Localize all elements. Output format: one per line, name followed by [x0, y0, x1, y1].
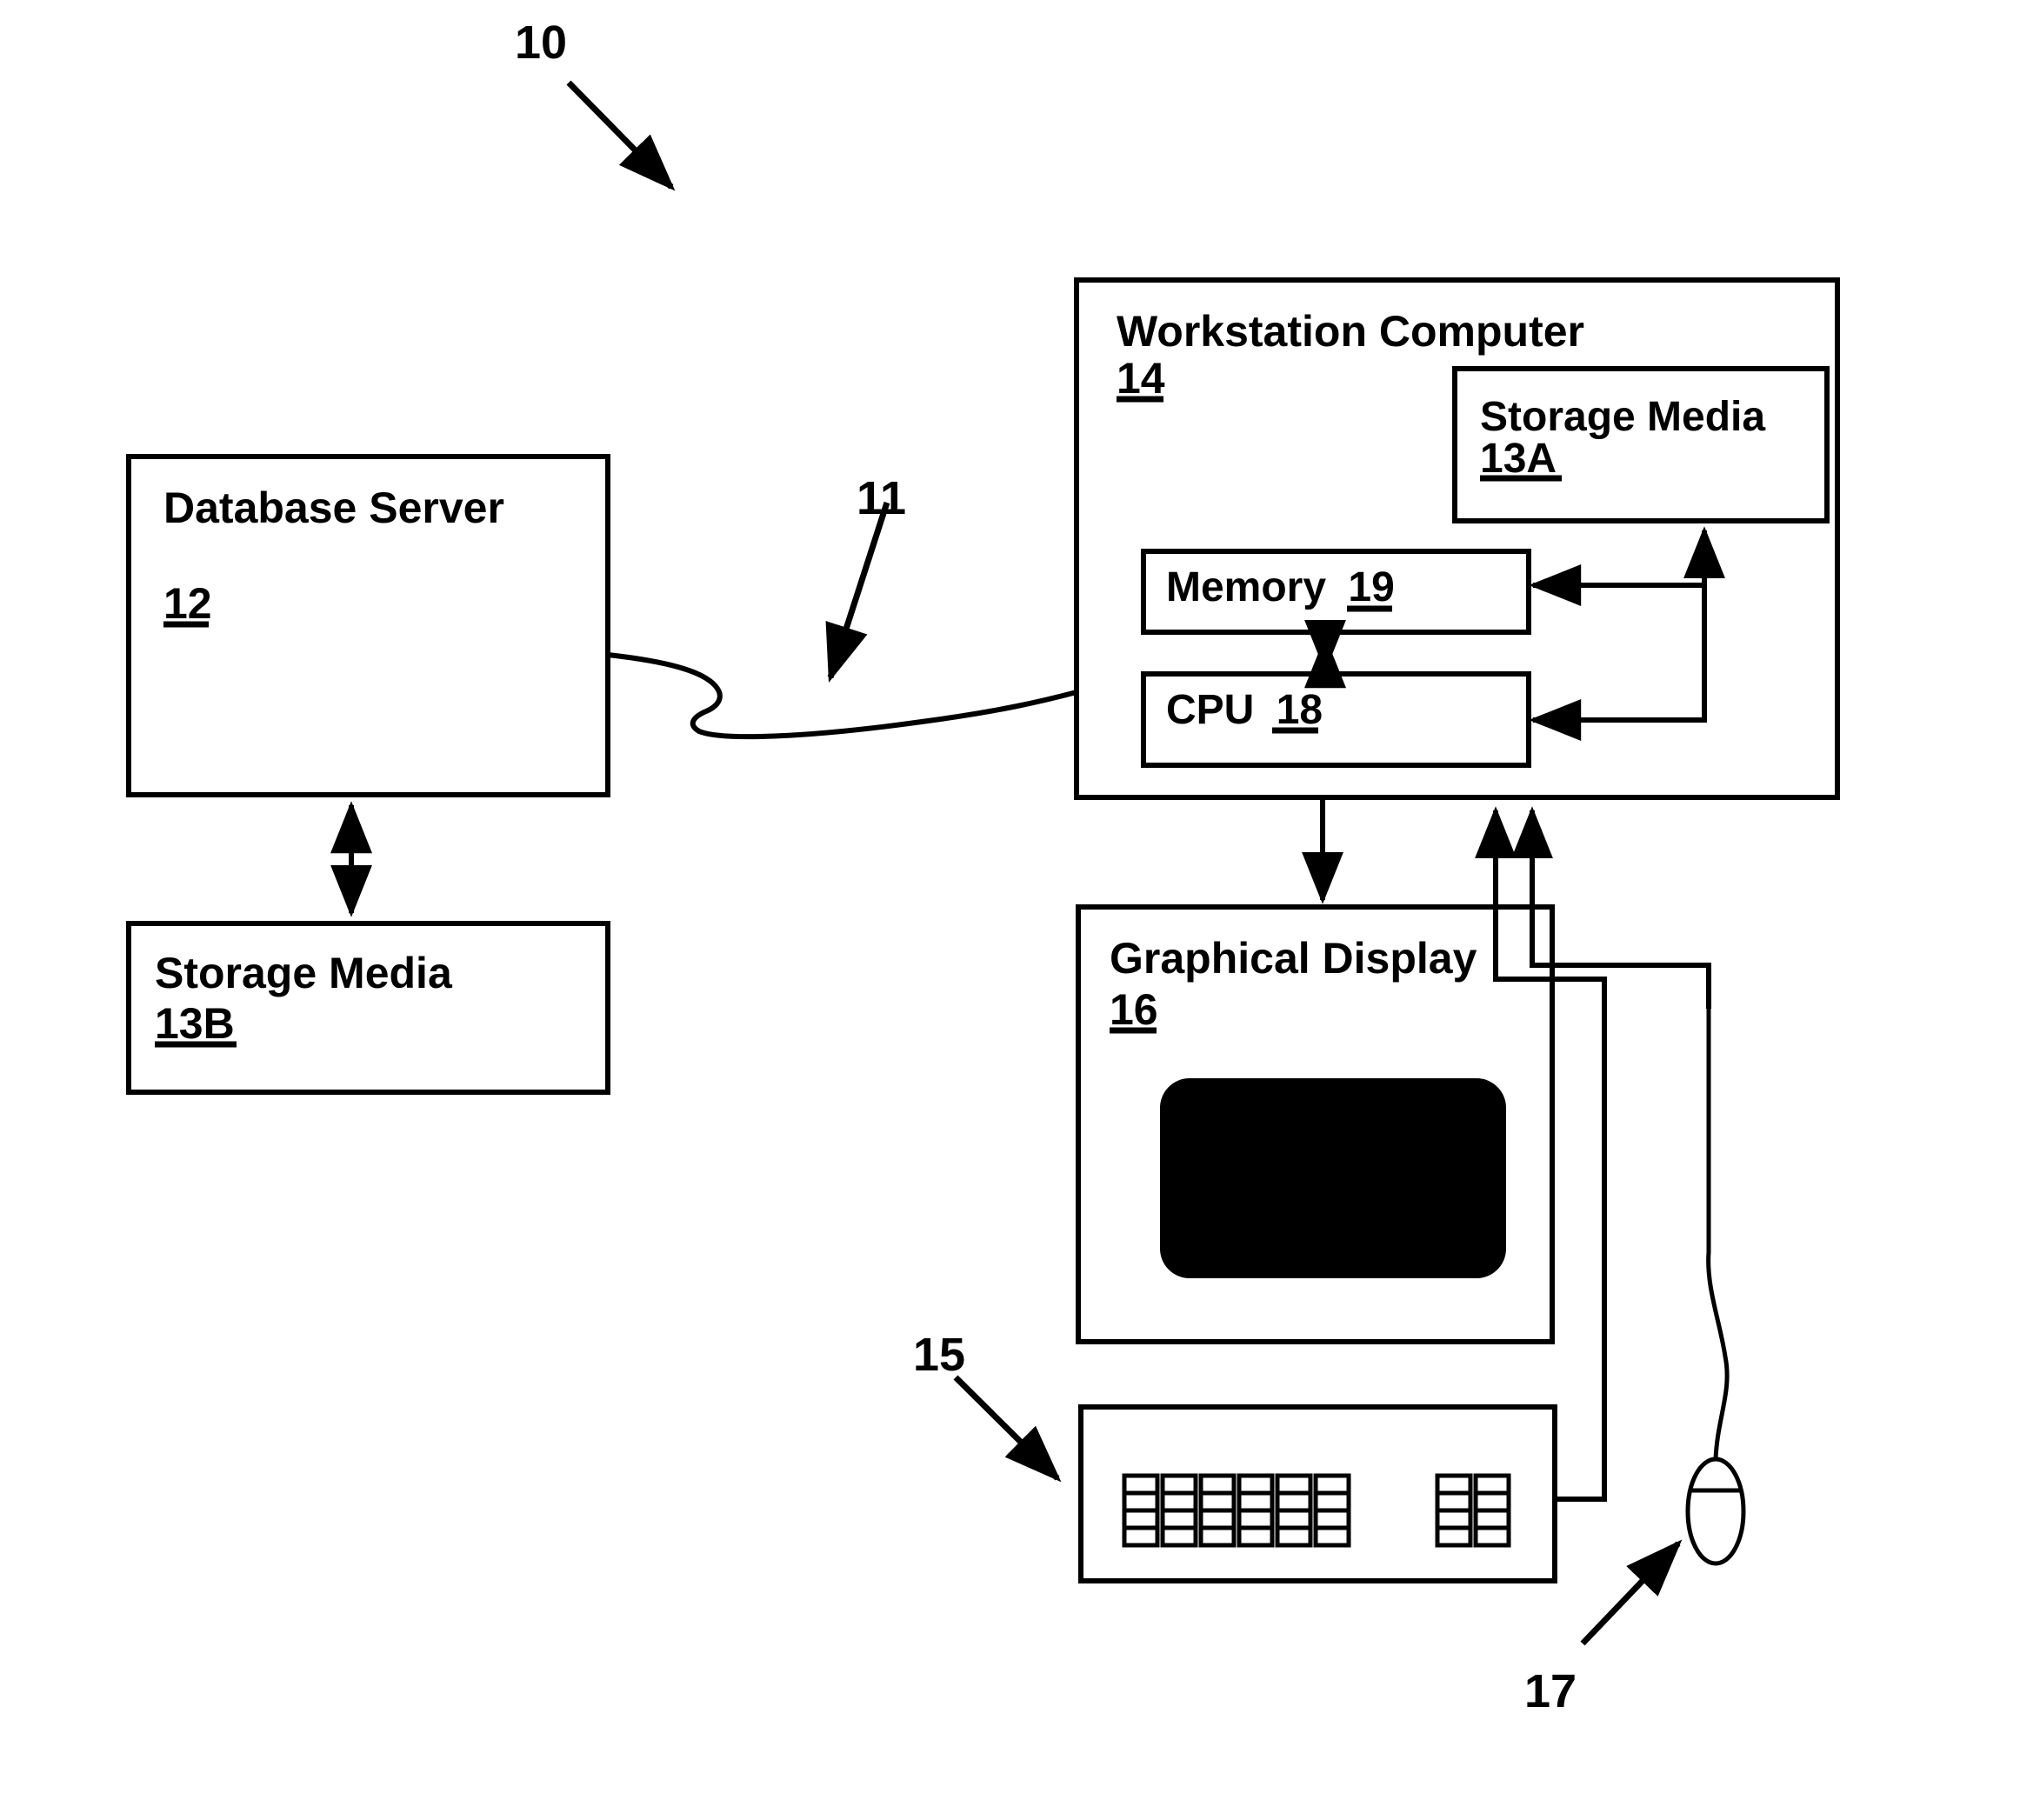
memory-label-group: Memory 19: [1166, 563, 1395, 611]
callout-15-leader: [953, 1375, 1062, 1483]
memory-title: Memory: [1166, 564, 1327, 610]
figure-canvas: [126, 80, 1840, 1646]
database-server-title: Database Server: [163, 483, 504, 532]
callout-11-leader: [825, 501, 890, 683]
storage-a-to-memory-connector: [1529, 532, 1707, 606]
storage-media-a-ref: 13A: [1480, 436, 1557, 482]
storage-media-b-title: Storage Media: [155, 949, 452, 997]
system-reference-label: 10: [515, 17, 568, 69]
callout-17-leader: [1580, 1539, 1683, 1646]
workstation-title: Workstation Computer: [1117, 307, 1584, 356]
graphical-display-ref: 16: [1110, 985, 1158, 1034]
storage-media-b-ref: 13B: [155, 999, 235, 1048]
network-reference-label: 11: [857, 472, 907, 524]
mouse-node: [1685, 1457, 1746, 1566]
patent-figure: 10 11 15 17 Database Server 12 Storage M…: [0, 0, 2040, 1820]
mouse-reference-label: 17: [1524, 1665, 1577, 1717]
database-server-ref: 12: [163, 579, 212, 628]
graphical-display-title: Graphical Display: [1110, 934, 1477, 983]
mouse-body: [1685, 1457, 1746, 1566]
storage-media-a-title: Storage Media: [1480, 394, 1766, 440]
keyboard-node: [1078, 1404, 1557, 1583]
cpu-title: CPU: [1166, 687, 1255, 733]
callout-10-leader: [566, 80, 676, 191]
keyboard-reference-label: 15: [913, 1329, 966, 1381]
cpu-ref: 18: [1276, 687, 1323, 733]
keyboard-key-cluster-left: [1122, 1473, 1351, 1548]
workstation-ref: 14: [1117, 354, 1165, 403]
cpu-label-group: CPU 18: [1166, 686, 1323, 734]
callout-system-10: [566, 80, 676, 191]
memory-ref: 19: [1348, 564, 1395, 610]
display-screen-area: [1160, 1078, 1506, 1278]
network-link-squiggle: [607, 652, 1077, 740]
storage-a-to-cpu-connector: [1529, 585, 1707, 741]
keyboard-key-cluster-right: [1435, 1473, 1511, 1548]
mouse-cable: [1706, 1009, 1730, 1460]
